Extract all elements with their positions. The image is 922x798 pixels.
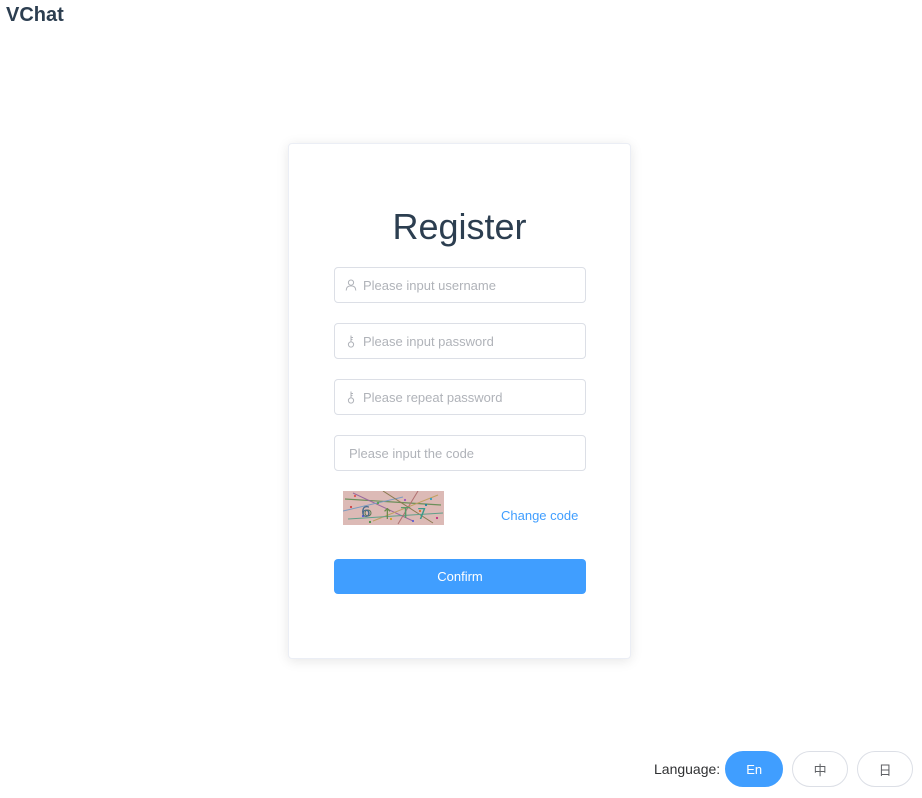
svg-text:↑: ↑ <box>381 505 394 523</box>
captcha-image[interactable]: 6 ↑ T 7 <box>343 491 444 525</box>
app-title: VChat <box>6 4 64 26</box>
user-icon <box>344 278 358 292</box>
confirm-button[interactable]: Confirm <box>334 559 586 594</box>
register-page: VChat Register Please input username Ple… <box>0 0 922 798</box>
username-input[interactable] <box>363 268 585 302</box>
svg-text:T: T <box>400 504 411 522</box>
register-card: Register Please input username Please in… <box>288 143 631 659</box>
language-button-en[interactable]: En <box>725 751 784 787</box>
language-switcher: Language: En 中 日 <box>654 751 914 787</box>
change-code-link[interactable]: Change code <box>501 508 578 523</box>
password-input[interactable] <box>363 324 585 358</box>
username-field <box>334 267 586 303</box>
key-icon <box>344 334 358 348</box>
repeat-password-field <box>334 379 586 415</box>
register-title: Register <box>392 206 527 247</box>
code-field <box>334 435 586 471</box>
svg-text:7: 7 <box>417 505 427 523</box>
language-button-ja[interactable]: 日 <box>857 751 914 787</box>
password-field <box>334 323 586 359</box>
key-icon <box>344 390 358 404</box>
repeat-password-input[interactable] <box>363 380 585 414</box>
code-input[interactable] <box>335 436 585 470</box>
svg-text:6: 6 <box>361 503 371 521</box>
language-label: Language: <box>654 761 721 777</box>
language-button-zh[interactable]: 中 <box>792 751 849 787</box>
